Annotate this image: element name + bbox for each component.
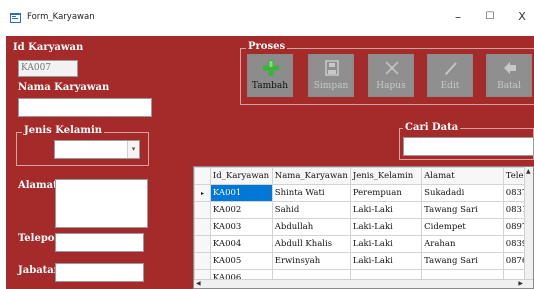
table-cell[interactable]: Shinta Wati bbox=[271, 184, 351, 202]
hapus-label: Hapus bbox=[376, 81, 406, 91]
id-karyawan-label: Id Karyawan bbox=[13, 42, 84, 53]
delete-icon bbox=[385, 61, 399, 75]
alamat-field[interactable] bbox=[55, 179, 148, 228]
table-cell[interactable]: Tawang Sari bbox=[421, 252, 504, 270]
title-bar: Form_Karyawan – ☐ X bbox=[0, 0, 534, 36]
batal-label: Batal bbox=[497, 81, 521, 91]
table-cell[interactable]: Sukadadi bbox=[421, 184, 504, 202]
search-input[interactable] bbox=[403, 137, 534, 156]
minimize-button[interactable]: – bbox=[448, 8, 468, 26]
table-row[interactable]: KA003 Abdullah Laki-Laki Cidempet 0897 bbox=[194, 218, 533, 236]
batal-button[interactable]: Batal bbox=[486, 54, 532, 97]
table-cell[interactable]: Perempuan bbox=[349, 184, 423, 202]
jabatan-field[interactable] bbox=[55, 263, 144, 282]
table-cell[interactable]: Laki-Laki bbox=[349, 235, 423, 253]
nama-karyawan-label: Nama Karyawan bbox=[18, 82, 110, 93]
edit-button[interactable]: Edit bbox=[427, 54, 473, 97]
close-button[interactable]: X bbox=[512, 8, 532, 26]
plus-icon bbox=[263, 60, 279, 76]
telepon-field[interactable] bbox=[55, 233, 144, 252]
employee-table: Id_Karyawan Nama_Karyawan Jenis_Kelamin … bbox=[193, 166, 534, 289]
table-row[interactable]: KA004 Abdull Khalis Laki-Laki Arahan 083… bbox=[194, 235, 533, 253]
row-header[interactable] bbox=[194, 201, 211, 219]
hapus-button[interactable]: Hapus bbox=[368, 54, 414, 97]
form-icon bbox=[10, 13, 21, 23]
row-header[interactable] bbox=[194, 218, 211, 236]
table-row[interactable]: KA002 Sahid Laki-Laki Tawang Sari 0831 bbox=[194, 201, 533, 219]
chevron-down-icon[interactable]: ▾ bbox=[127, 141, 139, 158]
nama-karyawan-field[interactable] bbox=[18, 98, 152, 117]
table-cell[interactable]: Tawang Sari bbox=[421, 201, 504, 219]
table-header-row: Id_Karyawan Nama_Karyawan Jenis_Kelamin … bbox=[194, 167, 533, 185]
table-cell[interactable]: Laki-Laki bbox=[349, 201, 423, 219]
scroll-up-icon[interactable]: ▲ bbox=[526, 168, 531, 176]
table-cell[interactable]: Erwinsyah bbox=[271, 252, 351, 270]
table-cell[interactable]: KA004 bbox=[209, 235, 273, 253]
jenis-kelamin-label: Jenis Kelamin bbox=[22, 125, 105, 136]
current-row-indicator: ▸ bbox=[194, 184, 211, 202]
table-cell[interactable]: Laki-Laki bbox=[349, 252, 423, 270]
id-karyawan-field[interactable]: KA007 bbox=[18, 60, 78, 77]
vertical-scrollbar[interactable]: ▲ bbox=[524, 167, 533, 288]
column-header-id[interactable]: Id_Karyawan bbox=[209, 167, 273, 185]
table-cell[interactable]: KA002 bbox=[209, 201, 273, 219]
edit-icon bbox=[445, 62, 457, 75]
back-icon bbox=[504, 62, 516, 74]
window-title: Form_Karyawan bbox=[27, 12, 95, 22]
table-cell[interactable]: Abdullah bbox=[271, 218, 351, 236]
scroll-left-icon[interactable]: ◀ bbox=[196, 280, 201, 288]
save-icon bbox=[325, 60, 339, 76]
edit-label: Edit bbox=[440, 81, 460, 91]
tambah-label: Tambah bbox=[251, 81, 289, 91]
horizontal-scrollbar[interactable]: ◀ ▶ bbox=[194, 279, 533, 288]
simpan-button[interactable]: Simpan bbox=[308, 54, 354, 97]
jenis-kelamin-select[interactable]: ▾ bbox=[54, 140, 140, 159]
column-header-alamat[interactable]: Alamat bbox=[421, 167, 504, 185]
proses-label: Proses bbox=[246, 41, 288, 52]
maximize-button[interactable]: ☐ bbox=[480, 8, 500, 26]
cari-data-label: Cari Data bbox=[403, 122, 461, 133]
table-cell[interactable]: Abdull Khalis bbox=[271, 235, 351, 253]
scroll-right-icon[interactable]: ▶ bbox=[518, 280, 523, 288]
employee-form: Id Karyawan KA007 Nama Karyawan Jenis Ke… bbox=[6, 36, 534, 289]
table-row[interactable]: ▸ KA001 Shinta Wati Perempuan Sukadadi 0… bbox=[194, 184, 533, 202]
table-cell[interactable]: Laki-Laki bbox=[349, 218, 423, 236]
column-header-nama[interactable]: Nama_Karyawan bbox=[271, 167, 351, 185]
row-header[interactable] bbox=[194, 235, 211, 253]
table-cell[interactable]: KA001 bbox=[209, 184, 273, 202]
table-cell[interactable]: Sahid bbox=[271, 201, 351, 219]
table-cell[interactable]: KA003 bbox=[209, 218, 273, 236]
table-cell[interactable]: KA005 bbox=[209, 252, 273, 270]
column-header-jenis-kelamin[interactable]: Jenis_Kelamin bbox=[349, 167, 423, 185]
alamat-label: Alamat bbox=[18, 180, 58, 191]
table-cell[interactable]: Arahan bbox=[421, 235, 504, 253]
table-row[interactable]: KA005 Erwinsyah Laki-Laki Tawang Sari 08… bbox=[194, 252, 533, 270]
tambah-button[interactable]: Tambah bbox=[247, 54, 293, 97]
simpan-label: Simpan bbox=[313, 81, 349, 91]
row-header[interactable] bbox=[194, 252, 211, 270]
row-header-corner bbox=[194, 167, 211, 185]
table-cell[interactable]: Cidempet bbox=[421, 218, 504, 236]
employee-table-body: Id_Karyawan Nama_Karyawan Jenis_Kelamin … bbox=[194, 167, 533, 287]
